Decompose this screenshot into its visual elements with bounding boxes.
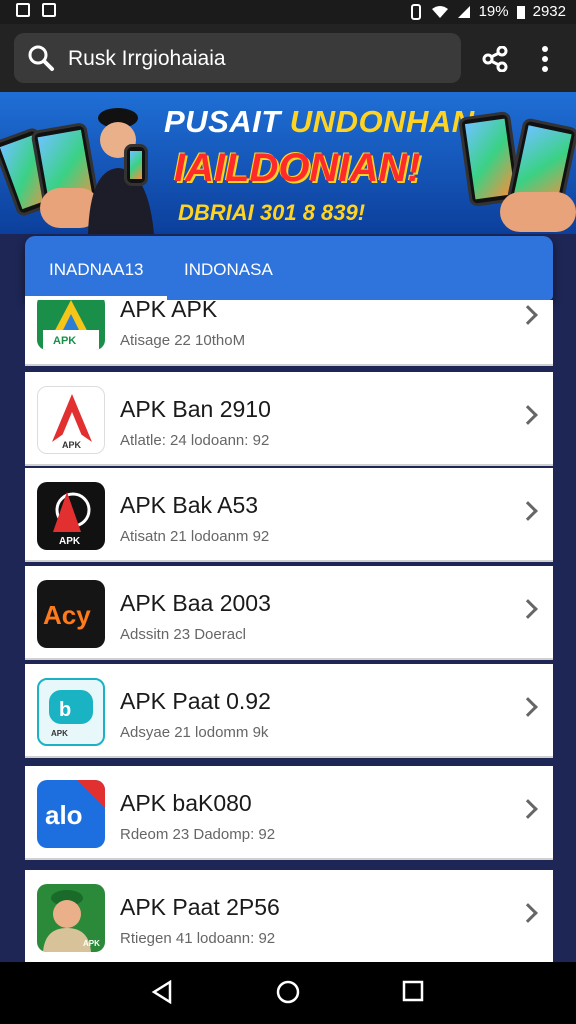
chevron-right-icon[interactable] bbox=[518, 305, 538, 325]
signal-icon bbox=[457, 5, 470, 18]
tab-indonesia-2[interactable]: INDONASA bbox=[184, 260, 273, 280]
list-item[interactable]: APK APK APK Atisage 22 10thoM bbox=[25, 300, 553, 366]
app-title: APK Baa 2003 bbox=[120, 590, 271, 616]
list-item[interactable]: APK APK Ban 2910 Atlatle: 24 lodoann: 92 bbox=[25, 372, 553, 466]
app-title: APK Paat 2P56 bbox=[120, 894, 280, 920]
svg-text:Acy: Acy bbox=[43, 600, 91, 630]
svg-text:APK: APK bbox=[83, 939, 100, 948]
clock: 2932 bbox=[532, 3, 566, 20]
app-title: APK Bak A53 bbox=[120, 492, 259, 518]
banner-title-part2: UNDONHAN bbox=[289, 104, 475, 139]
red-a-icon: APK bbox=[37, 482, 105, 550]
app-list: APK APK APK Atisage 22 10thoM APK APK Ba… bbox=[25, 300, 553, 962]
chevron-right-icon[interactable] bbox=[518, 501, 538, 521]
app-subtitle: Adssitn 23 Doeracl bbox=[120, 626, 246, 643]
chevron-right-icon[interactable] bbox=[518, 405, 538, 425]
chevron-right-icon[interactable] bbox=[518, 799, 538, 819]
orange-text-icon: Acy bbox=[37, 580, 105, 648]
navigation-bar bbox=[0, 962, 576, 1024]
list-item[interactable]: alo APK baK080 Rdeom 23 Dadomp: 92 bbox=[25, 766, 553, 860]
list-item[interactable]: b APK APK Paat 0.92 Adsyae 21 lodomm 9k bbox=[25, 664, 553, 758]
app-subtitle: Adsyae 21 lodomm 9k bbox=[120, 724, 269, 741]
app-subtitle: Rtiegen 41 lodoann: 92 bbox=[120, 930, 276, 947]
banner-headline: IAILDONIAN! bbox=[174, 146, 421, 190]
red-arrow-icon: APK bbox=[37, 386, 105, 454]
home-icon[interactable] bbox=[276, 980, 300, 1004]
image-notification-icon bbox=[16, 3, 30, 17]
search-bar[interactable]: Rusk Irrgiohaiaia bbox=[14, 33, 461, 83]
battery-icon bbox=[516, 5, 525, 19]
app-subtitle: Atisatn 21 lodoanm 92 bbox=[120, 528, 270, 545]
tab-indonesia-1[interactable]: INADNAA13 bbox=[49, 260, 143, 280]
promo-banner[interactable]: PUSAIT UNDONHAN IAILDONIAN! DBRIAI 301 8… bbox=[0, 92, 576, 234]
phone-illustration bbox=[124, 144, 148, 186]
svg-text:APK: APK bbox=[53, 335, 76, 347]
search-icon[interactable] bbox=[27, 44, 55, 72]
hand-illustration bbox=[500, 192, 576, 232]
search-input[interactable]: Rusk Irrgiohaiaia bbox=[68, 47, 226, 71]
battery-percent: 19% bbox=[478, 3, 509, 20]
app-title: APK Ban 2910 bbox=[120, 396, 271, 422]
app-title: APK Paat 0.92 bbox=[120, 688, 271, 714]
svg-text:b: b bbox=[59, 699, 71, 721]
svg-text:APK: APK bbox=[62, 440, 82, 450]
vibrate-icon bbox=[410, 3, 421, 20]
list-item[interactable]: APK APK Bak A53 Atisatn 21 lodoanm 92 bbox=[25, 468, 553, 562]
gallery-notification-icon bbox=[42, 3, 56, 17]
app-subtitle: Rdeom 23 Dadomp: 92 bbox=[120, 826, 276, 843]
man-avatar-icon: APK bbox=[37, 884, 105, 952]
share-icon[interactable] bbox=[482, 46, 508, 72]
app-subtitle: Atlatle: 24 lodoann: 92 bbox=[120, 432, 270, 449]
banner-subline: DBRIAI 301 8 839! bbox=[178, 200, 366, 225]
banner-title-part1: PUSAIT bbox=[164, 104, 290, 139]
app-title: APK APK bbox=[120, 300, 218, 322]
chevron-right-icon[interactable] bbox=[518, 697, 538, 717]
svg-text:alo: alo bbox=[45, 800, 83, 830]
svg-text:APK: APK bbox=[51, 729, 68, 738]
status-bar: 19% 2932 bbox=[0, 0, 576, 24]
tab-bar: INADNAA13 INDONASA bbox=[25, 236, 553, 300]
recents-icon[interactable] bbox=[402, 980, 424, 1002]
app-bar: Rusk Irrgiohaiaia bbox=[0, 24, 576, 92]
wifi-icon bbox=[431, 5, 448, 18]
banner-title: PUSAIT UNDONHAN bbox=[164, 104, 475, 140]
chevron-right-icon[interactable] bbox=[518, 903, 538, 923]
person-illustration bbox=[88, 108, 154, 234]
apk-logo-icon: APK bbox=[37, 300, 105, 350]
app-title: APK baK080 bbox=[120, 790, 252, 816]
list-item[interactable]: Acy APK Baa 2003 Adssitn 23 Doeracl bbox=[25, 566, 553, 660]
svg-text:APK: APK bbox=[59, 536, 81, 547]
teal-logo-icon: b APK bbox=[37, 678, 105, 746]
app-subtitle: Atisage 22 10thoM bbox=[120, 332, 246, 349]
back-icon[interactable] bbox=[150, 980, 174, 1004]
list-item[interactable]: APK APK Paat 2P56 Rtiegen 41 lodoann: 92 bbox=[25, 870, 553, 962]
chevron-right-icon[interactable] bbox=[518, 599, 538, 619]
blue-red-icon: alo bbox=[37, 780, 105, 848]
more-options-icon[interactable] bbox=[541, 46, 549, 72]
